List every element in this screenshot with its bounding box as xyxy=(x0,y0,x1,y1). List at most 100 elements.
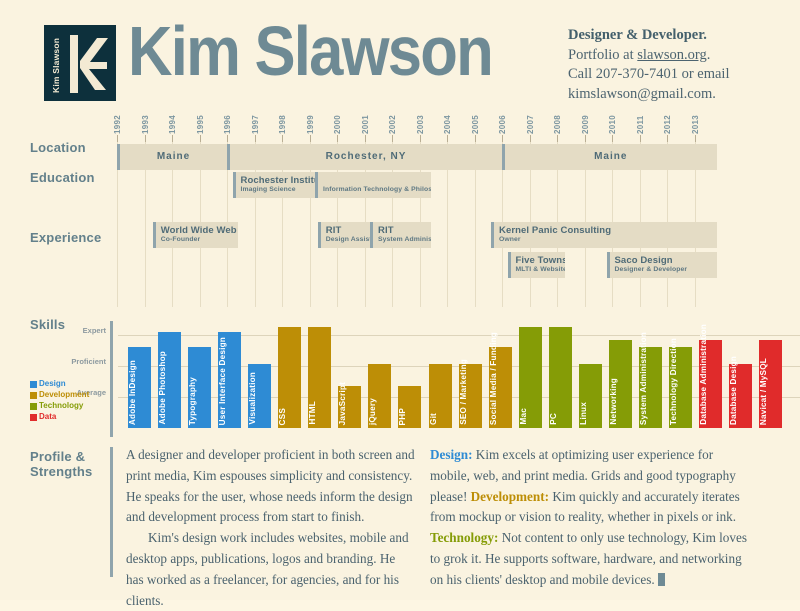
timeline-entry[interactable]: RITDesign Assistant, FDL xyxy=(317,222,370,248)
year-tick xyxy=(612,135,613,142)
legend-label: Data xyxy=(39,412,57,421)
skill-bar[interactable]: Mac xyxy=(518,326,542,428)
k-monogram-icon xyxy=(70,35,108,93)
skill-bar[interactable]: HTML xyxy=(308,326,332,428)
skill-bar[interactable]: Adobe InDesign xyxy=(128,347,151,428)
profile-text-column: A designer and developer proficient in b… xyxy=(126,445,416,611)
legend-swatch-icon xyxy=(30,380,37,388)
skill-bar-label: jQuery xyxy=(368,397,378,425)
skill-bar[interactable]: Typography xyxy=(188,347,212,428)
skill-bar[interactable]: SEO / Marketing xyxy=(458,359,482,428)
year-tick xyxy=(144,135,146,142)
profile-heading-line2: Strengths xyxy=(30,464,93,479)
skill-bar-label: JavaScript xyxy=(338,381,348,425)
timeline-entry-subtitle: Design Assistant, FDL xyxy=(325,236,370,243)
timeline-entry-title: Kernel Panic Consulting xyxy=(499,225,612,236)
strength-key: Development: xyxy=(470,488,550,504)
year-label: 2012 xyxy=(663,115,672,134)
year-tick xyxy=(694,135,696,142)
year-label: 1995 xyxy=(195,115,205,134)
skill-bar-label: Typography xyxy=(188,376,198,425)
logo-vertical-name: Kim Slawson xyxy=(51,37,61,93)
timeline-section: 1992 1993 1994 1995 1996 1997 1998 1999 2000 2001… xyxy=(0,112,800,307)
year-label: 2003 xyxy=(415,115,425,134)
timeline-entry[interactable]: Information Technology & Philosophy xyxy=(315,172,431,198)
year-label: 1999 xyxy=(305,115,315,134)
year-tick xyxy=(337,135,338,142)
skill-bar-label: Navicat / MySQL xyxy=(759,357,769,425)
strength-entry: Technology: Not content to only use tech… xyxy=(430,530,747,587)
skill-bar[interactable]: Database Administration xyxy=(698,324,722,428)
year-tick xyxy=(584,135,586,142)
skill-bar[interactable]: Social Media / Funding xyxy=(488,332,512,428)
year-label: 1994 xyxy=(168,115,177,134)
timeline-entry[interactable]: Kernel Panic Consulting Owner xyxy=(491,222,717,248)
skill-bar[interactable]: PC xyxy=(548,326,572,428)
timeline-entry-title: Saco Design xyxy=(614,255,673,266)
timeline-entry-subtitle: Co-Founder xyxy=(160,236,201,243)
timeline-entry-title: RIT xyxy=(325,225,342,236)
timeline-entry[interactable]: Five Towns CSDMLTI & Website xyxy=(507,252,566,278)
strength-key: Technology: xyxy=(430,530,499,546)
year-label: 2005 xyxy=(470,115,480,134)
timeline-entry[interactable]: Saco Design Designer & Developer xyxy=(606,252,717,278)
portfolio-link[interactable]: slawson.org xyxy=(637,47,706,63)
portfolio-prefix: Portfolio at xyxy=(568,46,638,63)
skill-bar[interactable]: Navicat / MySQL xyxy=(759,339,783,428)
year-label: 2011 xyxy=(635,115,645,134)
skill-bar-label: Networking xyxy=(608,378,618,425)
skills-legend-item: Data xyxy=(30,412,89,422)
profile-section: Profile & Strengths A designer and devel… xyxy=(0,445,800,608)
year-label: 2008 xyxy=(553,115,562,134)
skill-bar[interactable]: Linux xyxy=(578,364,602,428)
year-tick xyxy=(117,135,118,142)
timeline-entry[interactable]: Maine xyxy=(117,144,227,170)
skill-bar-label: Linux xyxy=(578,402,588,425)
timeline-entry-subtitle: MLTI & Website xyxy=(515,266,566,273)
skill-bar-label: Database Administration xyxy=(698,324,708,425)
timeline-entry-title: Maine xyxy=(594,151,628,162)
legend-label: Development xyxy=(39,390,90,399)
skill-bar[interactable]: JavaScript xyxy=(338,382,362,428)
skill-bar-label: Technology Direction xyxy=(668,337,678,425)
year-tick xyxy=(254,135,256,142)
timeline-entry[interactable]: Rochester, NY xyxy=(227,144,502,170)
timeline-year-axis: 1992 1993 1994 1995 1996 1997 1998 1999 2000 2001… xyxy=(0,112,800,142)
timeline-entry[interactable]: Maine xyxy=(502,144,717,170)
skill-bar[interactable]: Git xyxy=(428,364,452,428)
skill-bar[interactable]: Database Design xyxy=(729,356,752,428)
portfolio-suffix: . xyxy=(706,46,711,63)
timeline-row-label-location: Location xyxy=(30,140,86,155)
profile-paragraph: A designer and developer proficient in b… xyxy=(126,447,415,525)
year-label: 1993 xyxy=(140,115,150,134)
skill-bar[interactable]: System Administration xyxy=(638,332,662,428)
skill-bar[interactable]: PHP xyxy=(398,386,422,428)
contact-block: Designer & Developer. Portfolio at slaws… xyxy=(568,26,800,104)
skill-bar[interactable]: jQuery xyxy=(368,364,392,428)
page-title: Kim Slawson xyxy=(128,12,494,90)
timeline-entry[interactable]: RITSystem Administrator xyxy=(370,222,431,248)
timeline-entry-subtitle: System Administrator xyxy=(378,236,431,243)
year-label: 2010 xyxy=(608,115,617,134)
skill-bar[interactable]: Technology Direction xyxy=(668,338,692,428)
skill-bar-label: Social Media / Funding xyxy=(488,331,498,425)
skill-bar[interactable]: CSS xyxy=(278,326,302,428)
year-label: 1998 xyxy=(278,115,287,134)
skill-bar[interactable]: Adobe Photoshop xyxy=(158,331,182,428)
skill-bar-label: Adobe InDesign xyxy=(128,359,137,425)
timeline-entry-title: Maine xyxy=(156,151,191,162)
year-tick xyxy=(502,135,503,142)
contact-email[interactable]: kimslawson@gmail.com. xyxy=(568,85,800,105)
legend-swatch-icon xyxy=(30,391,37,399)
skill-bar[interactable]: Visualization xyxy=(248,364,272,428)
skills-legend-item: Development xyxy=(30,390,89,400)
year-tick xyxy=(447,135,448,142)
skill-bar[interactable]: Networking xyxy=(608,339,632,428)
year-label: 2002 xyxy=(388,115,397,134)
timeline-entry[interactable]: Rochester Institute of TechnologyImaging… xyxy=(232,172,315,198)
year-label: 1996 xyxy=(223,115,232,134)
year-label: 1992 xyxy=(113,115,122,134)
timeline-entry[interactable]: World Wide Web Design.comCo-Founder xyxy=(152,222,238,248)
profile-paragraph: Kim's design work includes websites, mob… xyxy=(126,530,409,608)
skill-bar[interactable]: User Interface Design xyxy=(218,331,242,428)
